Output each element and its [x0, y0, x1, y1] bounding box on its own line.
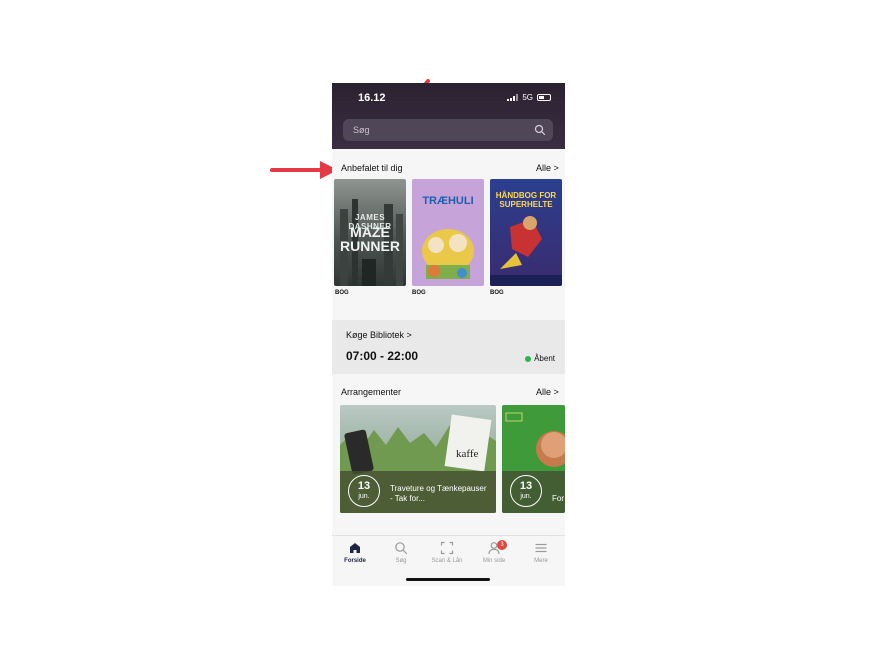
phone-screen: 16.12 5G Søg Anbefalet til dig Alle > JA…	[332, 83, 565, 586]
library-name: Køge Bibliotek >	[346, 330, 412, 340]
status-indicators: 5G	[507, 93, 551, 102]
tab-label-forside: Forside	[344, 558, 366, 564]
tab-mere[interactable]: Mere	[519, 541, 563, 564]
event-card-2[interactable]: 13 jun. For	[502, 405, 565, 513]
book-type-1: BOG	[335, 290, 349, 296]
tab-min-side[interactable]: 3 Min side	[472, 540, 516, 564]
scan-icon	[440, 541, 454, 555]
library-status-label: Åbent	[534, 354, 555, 363]
tab-label-scan-laan: Scan & Lån	[431, 558, 463, 564]
event-title-1: Traveture og Tænkepauser - Tak for...	[390, 484, 487, 503]
event-overlay-1: 13 jun. Traveture og Tænkepauser - Tak f…	[340, 471, 496, 513]
library-card[interactable]: Køge Bibliotek > 07:00 - 22:00 Åbent	[332, 320, 565, 374]
battery-icon	[537, 94, 551, 101]
open-status-dot	[525, 355, 532, 362]
book-cover-2[interactable]: TRÆHULI	[412, 179, 484, 286]
library-hours: 07:00 - 22:00	[346, 349, 419, 363]
event-card-1[interactable]: kaffe 13 jun. Traveture og Tænkepauser -…	[340, 405, 496, 513]
events-title: Arrangementer	[341, 387, 402, 397]
event-day-1: 13	[357, 480, 371, 492]
tab-label-min-side: Min side	[482, 558, 506, 564]
search-input[interactable]: Søg	[343, 119, 553, 141]
event-title-2: For	[552, 494, 564, 503]
book-type-3: BOG	[490, 290, 504, 296]
signal-icon	[507, 94, 519, 101]
event-day-2: 13	[519, 480, 533, 492]
app-header: 16.12 5G Søg	[332, 83, 565, 149]
tab-forside[interactable]: Forside	[333, 541, 377, 564]
home-indicator	[406, 578, 490, 581]
search-icon	[395, 542, 408, 555]
status-time: 16.12	[358, 92, 386, 104]
tab-label-sog: Søg	[395, 558, 407, 564]
menu-icon	[535, 543, 547, 553]
recommended-all-link[interactable]: Alle >	[536, 163, 559, 173]
network-label: 5G	[522, 93, 533, 102]
book-cover-1[interactable]: JAMES DASHNER MAZE RUNNER	[334, 179, 406, 286]
event-month-1: jun.	[358, 493, 370, 500]
book-cover-title-2: TRÆHULI	[422, 195, 474, 207]
svg-text:kaffe: kaffe	[456, 448, 479, 460]
annotation-arrow-left	[270, 161, 338, 179]
book-cover-3[interactable]: HÅNDBOG FOR SUPERHELTE	[490, 179, 562, 286]
search-placeholder: Søg	[353, 125, 370, 135]
event-date-2: 13 jun.	[510, 475, 542, 507]
book-cover-title-3: HÅNDBOG FOR SUPERHELTE	[495, 191, 557, 209]
event-date-1: 13 jun.	[348, 475, 380, 507]
book-cover-title-1: MAZE RUNNER	[340, 224, 400, 254]
home-icon	[350, 543, 360, 553]
tab-sog[interactable]: Søg	[379, 541, 423, 564]
notification-badge: 3	[497, 540, 507, 550]
event-month-2: jun.	[520, 493, 532, 500]
event-overlay-2: 13 jun. For	[502, 471, 565, 513]
search-icon	[534, 124, 546, 136]
events-all-link[interactable]: Alle >	[536, 387, 559, 397]
book-type-2: BOG	[412, 290, 426, 296]
recommended-title: Anbefalet til dig	[341, 163, 403, 173]
tab-label-mere: Mere	[534, 558, 548, 564]
tab-scan-laan[interactable]: Scan & Lån	[425, 541, 469, 564]
library-status: Åbent	[525, 354, 555, 363]
